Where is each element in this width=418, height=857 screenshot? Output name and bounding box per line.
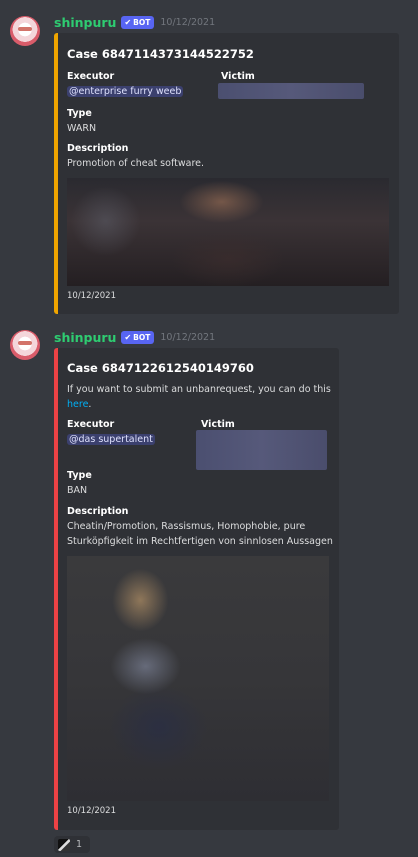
field-type-name: Type	[67, 108, 92, 119]
embed-description-end: .	[88, 399, 92, 410]
bot-badge-label: BOT	[133, 17, 151, 27]
field-victim-name: Victim	[201, 419, 235, 430]
embed-title: Case 6847114373144522752	[67, 47, 254, 61]
victim-value-redacted	[196, 430, 327, 470]
reaction-count: 1	[76, 839, 83, 850]
bot-badge-label: BOT	[133, 332, 151, 342]
embed-description-text: If you want to submit an unbanrequest, y…	[67, 384, 331, 395]
embed-footer-timestamp: 10/12/2021	[67, 806, 116, 816]
field-executor-name: Executor	[67, 71, 115, 82]
embed-title: Case 6847122612540149760	[67, 361, 254, 375]
case-embed-warn: Case 6847114373144522752 Executor @enter…	[54, 33, 399, 314]
field-description-value: Cheatin/Promotion, Rassismus, Homophobie…	[67, 519, 333, 549]
checkmark-icon: ✔	[124, 332, 132, 342]
description-line-1: Cheatin/Promotion, Rassismus, Homophobie…	[67, 521, 306, 532]
field-type-value: BAN	[67, 485, 88, 496]
embed-image-blurred[interactable]	[67, 556, 329, 801]
reaction-button[interactable]: 1	[54, 836, 90, 853]
checkmark-icon: ✔	[124, 17, 132, 27]
message-header: shinpuru ✔ BOT 10/12/2021	[54, 329, 215, 345]
executor-mention[interactable]: @das supertalent	[67, 434, 155, 445]
field-type-value: WARN	[67, 123, 97, 134]
username[interactable]: shinpuru	[54, 330, 116, 345]
unban-request-link[interactable]: here	[67, 399, 88, 410]
message-timestamp[interactable]: 10/12/2021	[160, 17, 215, 28]
case-embed-ban: Case 6847122612540149760 If you want to …	[54, 348, 339, 830]
field-type-name: Type	[67, 470, 92, 481]
field-description-name: Description	[67, 143, 129, 154]
bot-avatar[interactable]	[10, 16, 40, 46]
custom-emoji-icon	[58, 838, 70, 851]
field-executor-name: Executor	[67, 419, 115, 430]
bot-avatar[interactable]	[10, 330, 40, 360]
bot-badge: ✔ BOT	[121, 15, 155, 29]
embed-description: If you want to submit an unbanrequest, y…	[67, 382, 331, 412]
field-executor-value: @das supertalent	[67, 432, 155, 447]
field-description-name: Description	[67, 506, 129, 517]
embed-footer-timestamp: 10/12/2021	[67, 291, 116, 301]
field-executor-value: @enterprise furry weeb	[67, 84, 184, 99]
username[interactable]: shinpuru	[54, 15, 116, 30]
message-header: shinpuru ✔ BOT 10/12/2021	[54, 14, 215, 30]
description-line-2: Sturköpfigkeit im Rechtfertigen von sinn…	[67, 536, 333, 547]
embed-image-blurred[interactable]	[67, 178, 389, 286]
field-description-value: Promotion of cheat software.	[67, 158, 205, 169]
message-timestamp[interactable]: 10/12/2021	[160, 332, 215, 343]
victim-value-redacted	[218, 83, 364, 99]
executor-mention[interactable]: @enterprise furry weeb	[67, 86, 184, 97]
bot-badge: ✔ BOT	[121, 330, 155, 344]
field-victim-name: Victim	[221, 71, 255, 82]
